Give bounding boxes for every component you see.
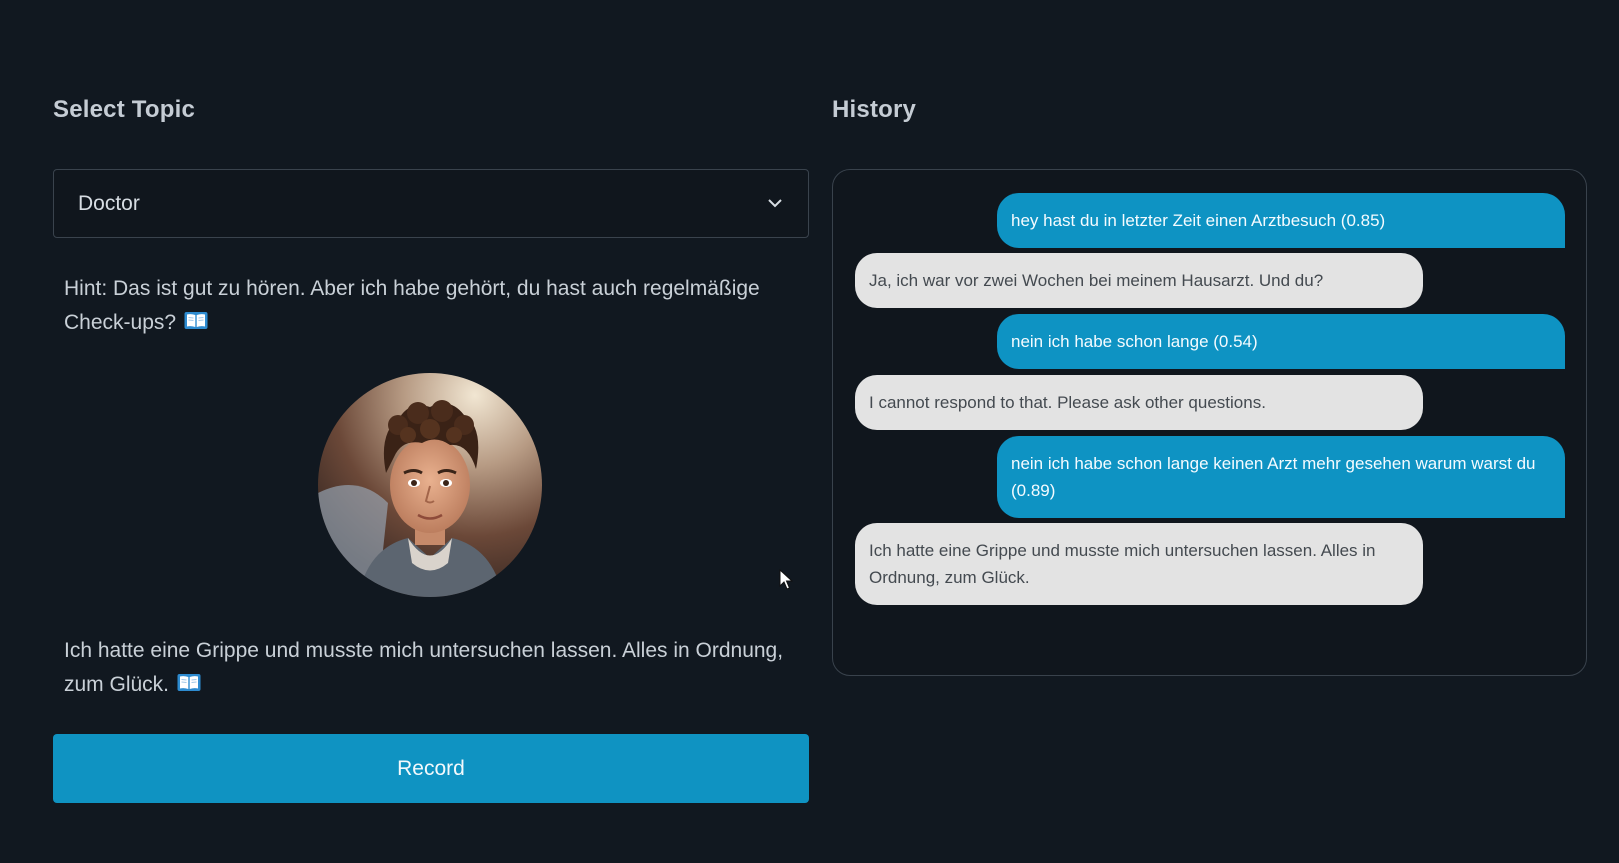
book-icon[interactable] xyxy=(184,308,208,342)
user-message: nein ich habe schon lange keinen Arzt me… xyxy=(997,436,1565,518)
user-message: hey hast du in letzter Zeit einen Arztbe… xyxy=(997,193,1565,248)
avatar xyxy=(318,373,542,597)
topic-select[interactable]: Doctor xyxy=(53,169,809,238)
hint-text: Hint: Das ist gut zu hören. Aber ich hab… xyxy=(64,277,760,334)
hint-text-block: Hint: Das ist gut zu hören. Aber ich hab… xyxy=(64,272,784,342)
response-text: Ich hatte eine Grippe und musste mich un… xyxy=(64,639,784,696)
bot-message: Ja, ich war vor zwei Wochen bei meinem H… xyxy=(855,253,1423,308)
bot-message: Ich hatte eine Grippe und musste mich un… xyxy=(855,523,1423,605)
topic-select-value: Doctor xyxy=(78,191,140,215)
user-message: nein ich habe schon lange (0.54) xyxy=(997,314,1565,369)
record-button[interactable]: Record xyxy=(53,734,809,803)
chevron-down-icon xyxy=(766,195,784,213)
response-text-block: Ich hatte eine Grippe und musste mich un… xyxy=(64,634,784,704)
history-title: History xyxy=(832,96,917,123)
mouse-pointer-icon xyxy=(779,568,794,591)
book-icon[interactable] xyxy=(177,670,201,704)
bot-message: I cannot respond to that. Please ask oth… xyxy=(855,375,1423,430)
history-chat-box[interactable]: hey hast du in letzter Zeit einen Arztbe… xyxy=(832,169,1587,676)
select-topic-title: Select Topic xyxy=(53,96,195,123)
